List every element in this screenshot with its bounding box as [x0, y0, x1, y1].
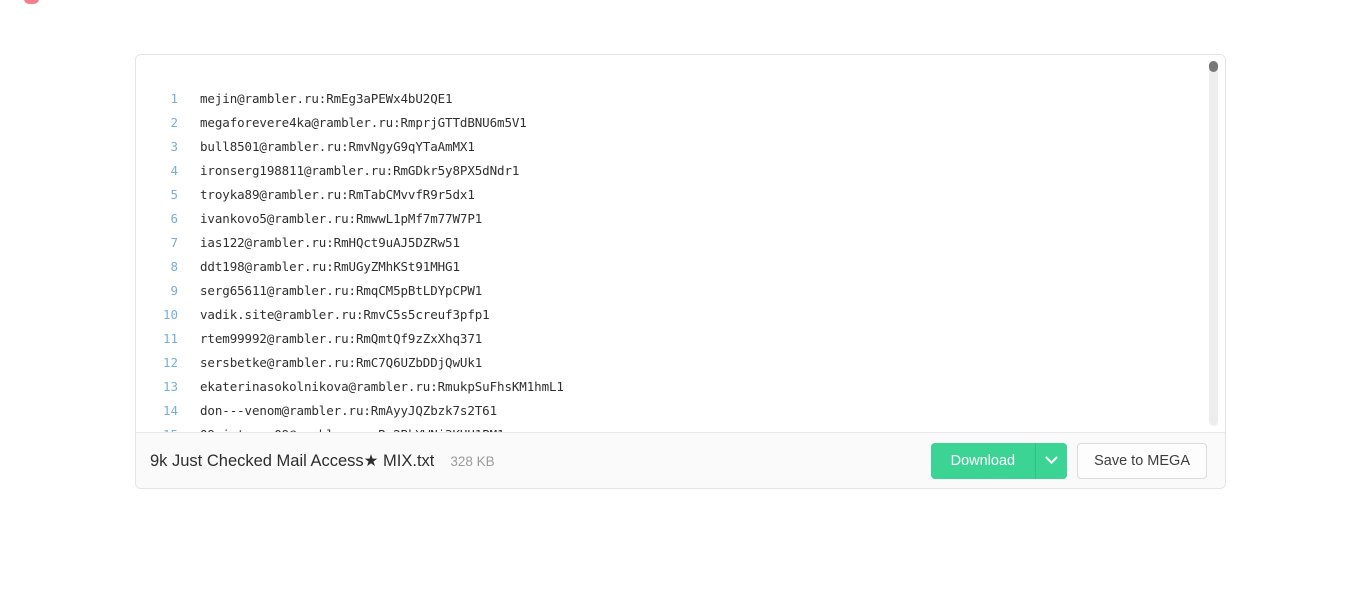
- vertical-scrollbar-thumb[interactable]: [1209, 61, 1218, 72]
- vertical-scrollbar-track[interactable]: [1209, 61, 1218, 426]
- code-line: 12 sersbetke@rambler.ru:RmC7Q6UZbDDjQwUk1: [136, 351, 1225, 375]
- file-preview-card: 1 mejin@rambler.ru:RmEg3aPEWx4bU2QE1 2 mega…: [135, 54, 1226, 489]
- line-content: ddt198@rambler.ru:RmUGyZMhKSt91MHG1: [200, 259, 460, 274]
- footer-actions: Download Save to MEGA: [930, 442, 1207, 479]
- code-line: 14 don---venom@rambler.ru:RmAyyJQZbzk7s2T…: [136, 399, 1225, 423]
- line-number: 5: [170, 187, 178, 202]
- code-line: 6 ivankovo5@rambler.ru:RmwwL1pMf7m77W7P1: [136, 207, 1225, 231]
- line-number: 13: [162, 379, 178, 394]
- site-logo-fragment: [24, 0, 39, 4]
- code-line: 7 ias122@rambler.ru:RmHQct9uAJ5DZRw51: [136, 231, 1225, 255]
- code-line: 1509mister-x09@rambler.ru:Rm2BkYWNi3KHU1…: [136, 423, 1225, 432]
- line-content: megaforevere4ka@rambler.ru:RmprjGTTdBNU6…: [200, 115, 527, 130]
- line-number: 9: [170, 283, 178, 298]
- line-content: 09mister-x09@rambler.ru:Rm2BkYWNi3KHU1PM…: [178, 423, 505, 432]
- line-number: 8: [170, 259, 178, 274]
- save-to-mega-button[interactable]: Save to MEGA: [1077, 442, 1207, 479]
- code-line: 11 rtem99992@rambler.ru:RmQmtQf9zZxXhq371: [136, 327, 1225, 351]
- chevron-down-icon: [1045, 451, 1058, 465]
- line-number: 1: [170, 91, 178, 106]
- code-line: 2 megaforevere4ka@rambler.ru:RmprjGTTdBNU…: [136, 111, 1225, 135]
- download-button[interactable]: Download: [930, 442, 1036, 479]
- line-content: bull8501@rambler.ru:RmvNgyG9qYTaAmMX1: [200, 139, 475, 154]
- code-line: 5 troyka89@rambler.ru:RmTabCMvvfR9r5dx1: [136, 183, 1225, 207]
- line-content: mejin@rambler.ru:RmEg3aPEWx4bU2QE1: [200, 91, 453, 106]
- code-line-list: 1 mejin@rambler.ru:RmEg3aPEWx4bU2QE1 2 mega…: [136, 87, 1225, 432]
- file-size-label: 328 KB: [450, 453, 495, 469]
- file-footer-bar: 9k Just Checked Mail Access★ MIX.txt 328…: [136, 432, 1225, 488]
- line-number: 2: [170, 115, 178, 130]
- download-options-button[interactable]: [1035, 442, 1068, 479]
- line-content: sersbetke@rambler.ru:RmC7Q6UZbDDjQwUk1: [200, 355, 483, 370]
- line-content: ivankovo5@rambler.ru:RmwwL1pMf7m77W7P1: [200, 211, 483, 226]
- line-number: 12: [162, 355, 178, 370]
- line-number: 4: [170, 163, 178, 178]
- line-number: 3: [170, 139, 178, 154]
- line-number: 14: [162, 403, 178, 418]
- file-name-label: 9k Just Checked Mail Access★ MIX.txt: [150, 451, 435, 470]
- line-number: 7: [170, 235, 178, 250]
- download-split-button: Download: [930, 442, 1068, 479]
- line-content: ekaterinasokolnikova@rambler.ru:RmukpSuF…: [200, 379, 564, 394]
- code-line: 4 ironserg198811@rambler.ru:RmGDkr5y8PX5d…: [136, 159, 1225, 183]
- line-number: 6: [170, 211, 178, 226]
- code-line: 10 vadik.site@rambler.ru:RmvC5s5creuf3pfp…: [136, 303, 1225, 327]
- code-line: 13 ekaterinasokolnikova@rambler.ru:RmukpS…: [136, 375, 1225, 399]
- code-line: 1 mejin@rambler.ru:RmEg3aPEWx4bU2QE1: [136, 87, 1225, 111]
- code-preview-viewport[interactable]: 1 mejin@rambler.ru:RmEg3aPEWx4bU2QE1 2 mega…: [136, 55, 1225, 432]
- code-line: 3 bull8501@rambler.ru:RmvNgyG9qYTaAmMX1: [136, 135, 1225, 159]
- line-number: 15: [136, 423, 178, 432]
- line-content: serg65611@rambler.ru:RmqCM5pBtLDYpCPW1: [200, 283, 483, 298]
- page-root: 1 mejin@rambler.ru:RmEg3aPEWx4bU2QE1 2 mega…: [0, 0, 1363, 609]
- code-line: 8 ddt198@rambler.ru:RmUGyZMhKSt91MHG1: [136, 255, 1225, 279]
- line-content: don---venom@rambler.ru:RmAyyJQZbzk7s2T61: [200, 403, 498, 418]
- line-content: ironserg198811@rambler.ru:RmGDkr5y8PX5dN…: [200, 163, 520, 178]
- line-number: 10: [162, 307, 178, 322]
- file-meta: 9k Just Checked Mail Access★ MIX.txt 328…: [150, 451, 931, 471]
- code-line: 9 serg65611@rambler.ru:RmqCM5pBtLDYpCPW1: [136, 279, 1225, 303]
- line-number: 11: [162, 331, 178, 346]
- line-content: rtem99992@rambler.ru:RmQmtQf9zZxXhq371: [200, 331, 483, 346]
- line-content: vadik.site@rambler.ru:RmvC5s5creuf3pfp1: [200, 307, 490, 322]
- line-content: ias122@rambler.ru:RmHQct9uAJ5DZRw51: [200, 235, 460, 250]
- line-content: troyka89@rambler.ru:RmTabCMvvfR9r5dx1: [200, 187, 475, 202]
